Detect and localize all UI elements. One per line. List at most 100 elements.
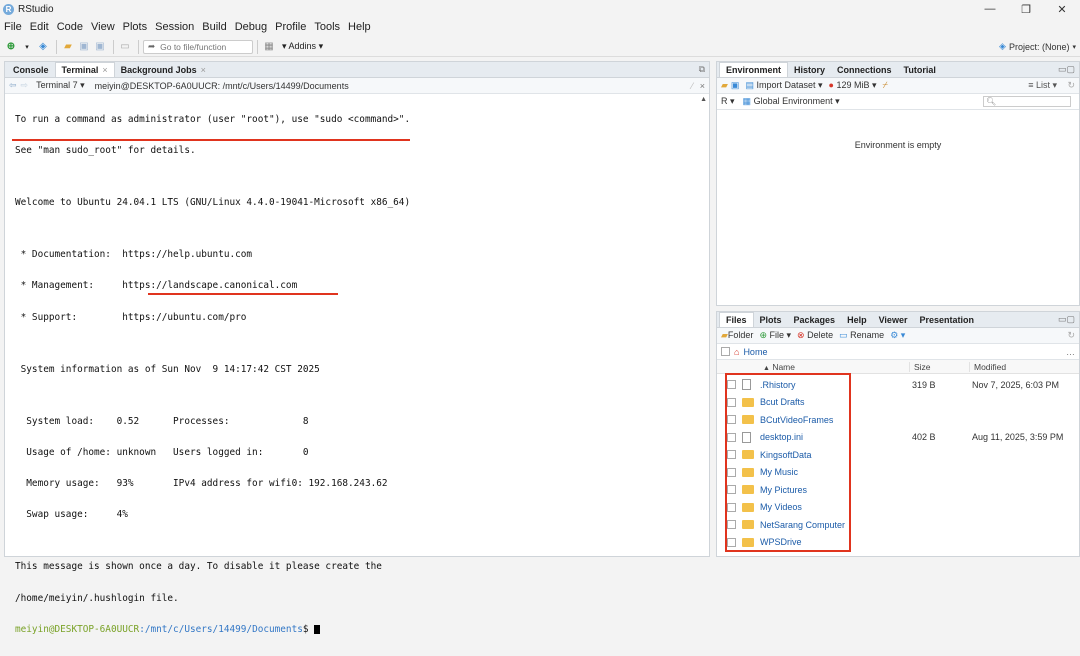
new-folder-icon: ▰ [721, 330, 728, 340]
menu-file[interactable]: File [4, 21, 22, 33]
tab-packages-label: Packages [793, 314, 836, 325]
grid-layout-icon[interactable]: ▦ [262, 40, 276, 54]
minimize-maximize-icon[interactable]: ▭▢ [1058, 314, 1075, 325]
dropdown-arrow-icon[interactable]: ▾ [20, 40, 34, 54]
save-all-icon[interactable]: ▣ [93, 40, 107, 54]
menu-help[interactable]: Help [348, 21, 371, 33]
size-column-header[interactable]: Size [909, 361, 969, 372]
file-size: 319 B [912, 379, 936, 390]
rstudio-logo-icon: R [3, 3, 14, 15]
new-folder-label: Folder [727, 330, 754, 340]
title-bar: R RStudio — ❐ ✕ [0, 0, 1080, 18]
restore-icon[interactable]: ❐ [1008, 0, 1044, 18]
close-tab-icon[interactable]: × [102, 65, 107, 75]
menu-code[interactable]: Code [57, 21, 83, 33]
print-icon[interactable]: ▭ [118, 40, 132, 54]
minimize-icon[interactable]: — [972, 0, 1008, 18]
toolbar-divider [113, 39, 114, 54]
more-gear-icon[interactable]: ⚙ ▾ [890, 330, 905, 341]
terminal-line: See "man sudo_root" for details. [15, 145, 196, 157]
load-workspace-icon[interactable]: ▰ [721, 80, 728, 91]
menu-edit[interactable]: Edit [30, 21, 49, 33]
tab-presentation[interactable]: Presentation [913, 312, 980, 327]
forward-arrow-icon[interactable]: ⇨ [21, 80, 29, 91]
name-column-label: Name [772, 361, 795, 372]
menu-view[interactable]: View [91, 21, 115, 33]
save-icon[interactable]: ▣ [77, 40, 91, 54]
environment-pane: Environment History Connections Tutorial… [716, 61, 1080, 306]
new-project-icon[interactable]: ◈ [36, 40, 50, 54]
sort-name-header[interactable]: ▲ Name [717, 362, 909, 372]
tab-files-label: Files [726, 315, 747, 325]
menu-build[interactable]: Build [202, 21, 226, 33]
tab-terminal-label: Terminal [61, 65, 99, 75]
prompt-symbol: $ [302, 623, 315, 635]
tab-viewer[interactable]: Viewer [873, 312, 914, 327]
list-view-button[interactable]: ≡ List ▾ [1028, 80, 1057, 91]
terminal-line: * Support: https://ubuntu.com/pro [15, 311, 247, 323]
tab-connections-label: Connections [837, 64, 892, 75]
close-terminal-icon[interactable]: × [700, 81, 705, 91]
menu-debug[interactable]: Debug [235, 21, 267, 33]
rename-label: Rename [850, 330, 885, 340]
delete-button[interactable]: ⊗ Delete [797, 330, 833, 341]
tab-plots[interactable]: Plots [754, 312, 788, 327]
environment-pane-tabs: Environment History Connections Tutorial… [717, 62, 1079, 78]
env-search-input[interactable]: 🔍︎ [983, 96, 1071, 107]
home-icon: ⌂ [734, 346, 740, 357]
go-to-file-input[interactable]: ➦ Go to file/function [143, 39, 253, 54]
close-tab-icon[interactable]: × [201, 65, 206, 75]
tab-background-jobs[interactable]: Background Jobs × [115, 62, 212, 77]
language-select[interactable]: R ▾ [721, 96, 735, 107]
rename-button[interactable]: ▭ Rename [839, 330, 884, 341]
tab-connections[interactable]: Connections [831, 62, 898, 77]
new-file-button[interactable]: ⊕ File ▾ [759, 330, 791, 341]
rename-icon: ▭ [839, 330, 848, 340]
back-arrow-icon[interactable]: ⇦ [9, 80, 17, 91]
tab-packages[interactable]: Packages [788, 312, 842, 327]
tab-console[interactable]: Console [7, 62, 55, 77]
close-icon[interactable]: ✕ [1044, 0, 1080, 18]
terminal-output[interactable]: To run a command as administrator (user … [5, 94, 709, 656]
tab-environment[interactable]: Environment [719, 62, 789, 77]
select-all-checkbox[interactable] [721, 347, 730, 356]
menu-session[interactable]: Session [155, 21, 194, 33]
tab-tutorial[interactable]: Tutorial [898, 62, 942, 77]
more-options-icon[interactable]: … [1066, 347, 1075, 357]
tab-files[interactable]: Files [719, 312, 754, 327]
breadcrumb-home[interactable]: Home [743, 347, 767, 357]
addins-button[interactable]: ▾ Addins ▾ [282, 41, 323, 52]
menu-bar: File Edit Code View Plots Session Build … [0, 18, 1080, 36]
refresh-icon[interactable]: ↻ [1067, 80, 1075, 91]
annotation-box [725, 373, 851, 552]
terminal-line: To run a command as administrator (user … [15, 113, 411, 125]
project-label: Project: (None) [1008, 41, 1070, 52]
save-workspace-icon[interactable]: ▣ [731, 80, 740, 91]
size-column-label: Size [914, 361, 931, 372]
main-toolbar: ⊕ ▾ ◈ ▰ ▣ ▣ ▭ ➦ Go to file/function ▦ ▾ … [0, 37, 1080, 57]
open-file-icon[interactable]: ▰ [61, 40, 75, 54]
minimize-maximize-icon[interactable]: ▭▢ [1058, 64, 1075, 75]
tab-history[interactable]: History [788, 62, 831, 77]
refresh-icon[interactable]: ↻ [1067, 330, 1075, 341]
scope-select[interactable]: ▦ Global Environment ▾ [743, 96, 840, 107]
project-menu[interactable]: ◈ Project: (None) ▾ [999, 41, 1076, 52]
files-pane-tabs: Files Plots Packages Help Viewer Present… [717, 312, 1079, 328]
memory-usage[interactable]: ● 129 MiB ▾ [829, 80, 877, 91]
maximize-pane-icon[interactable]: ⧉ [699, 64, 705, 75]
menu-plots[interactable]: Plots [123, 21, 147, 33]
terminal-select[interactable]: Terminal 7 ▾ [36, 80, 85, 91]
broom-icon[interactable]: ⌿ [883, 80, 888, 91]
import-dataset-button[interactable]: ▤ Import Dataset ▾ [745, 80, 822, 91]
new-folder-button[interactable]: ▰Folder [721, 330, 753, 341]
clear-terminal-icon[interactable]: ⁄ [691, 81, 693, 91]
tab-terminal[interactable]: Terminal × [54, 62, 115, 77]
scroll-up-icon[interactable]: ▲ [700, 96, 707, 103]
modified-column-header[interactable]: Modified [969, 361, 1006, 372]
new-file-icon[interactable]: ⊕ [4, 40, 18, 54]
import-dataset-label: Import Dataset [756, 80, 816, 90]
menu-tools[interactable]: Tools [314, 21, 340, 33]
menu-profile[interactable]: Profile [275, 21, 306, 33]
annotation-underline [148, 293, 338, 295]
tab-help[interactable]: Help [841, 312, 873, 327]
